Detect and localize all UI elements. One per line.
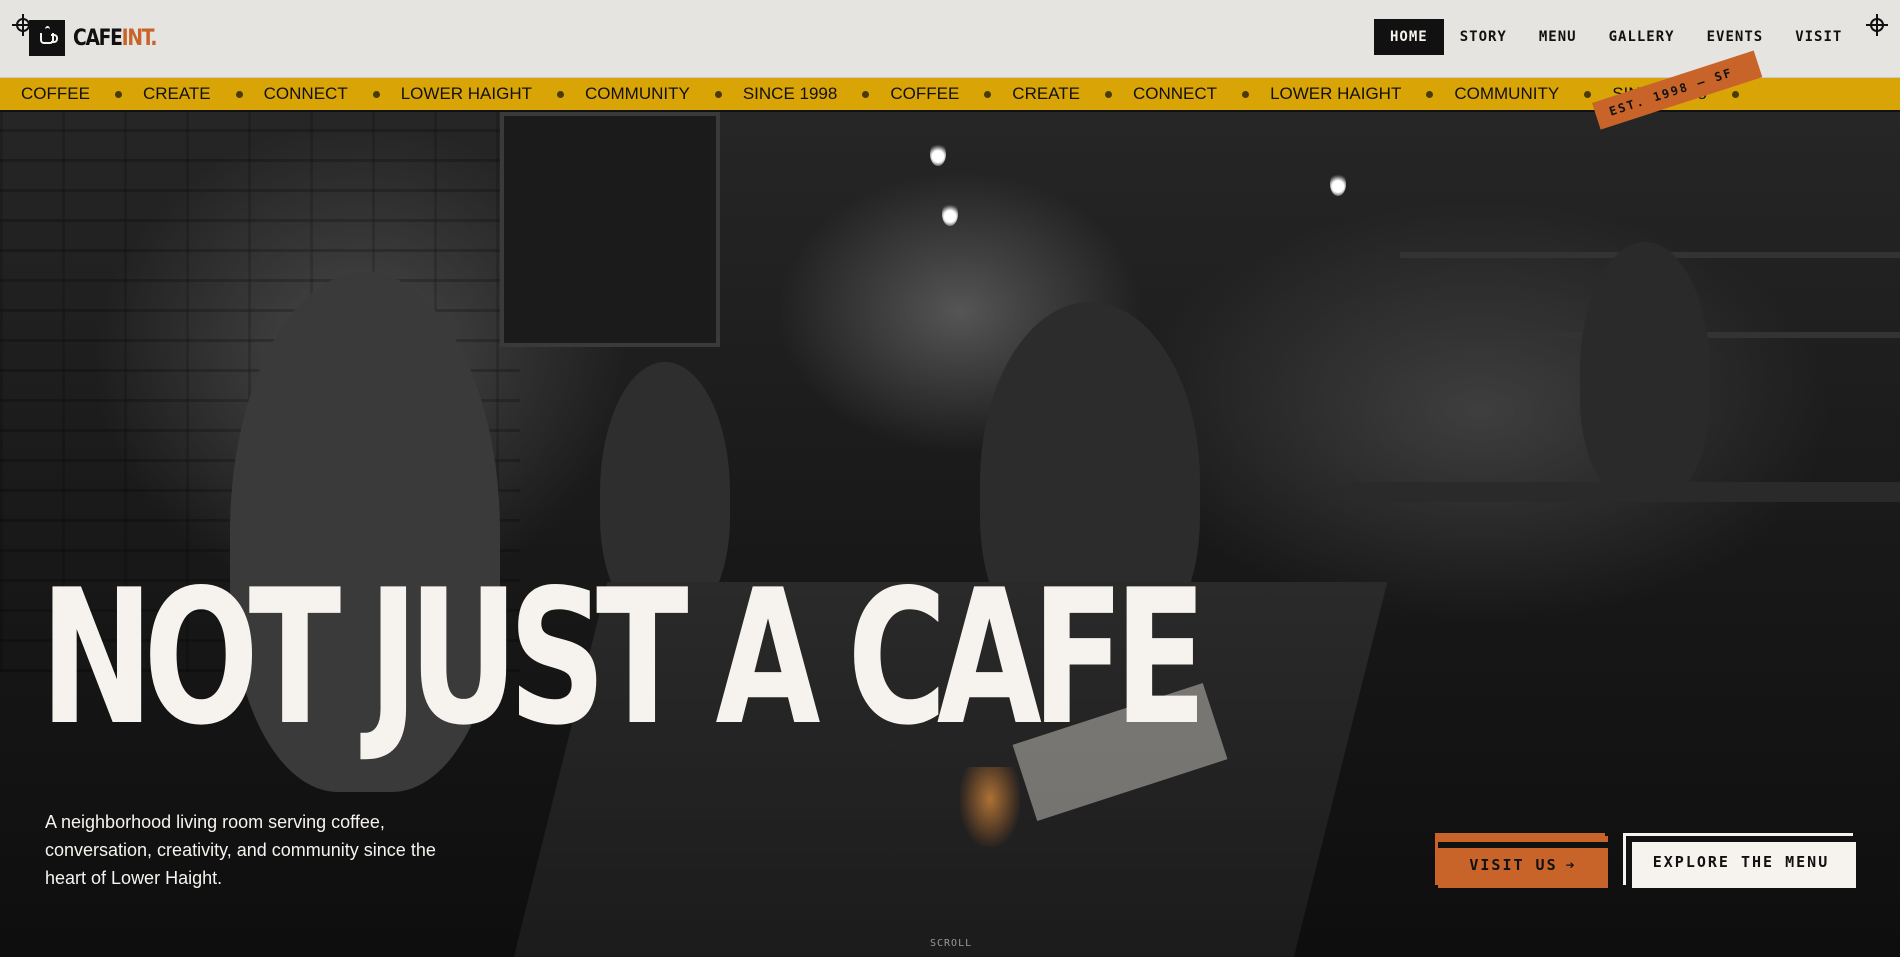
ticker-dot-icon: [1426, 90, 1434, 98]
hero-subtext: A neighborhood living room serving coffe…: [45, 812, 436, 888]
ticker-dot-icon: [714, 90, 722, 98]
ticker-dot-icon: [235, 90, 243, 98]
explore-menu-button[interactable]: EXPLORE THE MENU: [1626, 836, 1856, 888]
ticker-dot-icon: [862, 90, 870, 98]
arrow-right-icon: ➔: [1565, 856, 1577, 874]
ticker-dot-icon: [372, 90, 380, 98]
coffee-cup-icon: [29, 20, 65, 56]
ticker-word: SINCE 1998: [742, 84, 838, 103]
explore-menu-label: EXPLORE THE MENU: [1652, 853, 1830, 871]
ticker-dot-icon: [1731, 90, 1739, 98]
ticker-dot-icon: [1242, 90, 1250, 98]
ticker-dot-icon: [557, 90, 565, 98]
nav-menu: HOME STORY MENU GALLERY EVENTS VISIT: [1374, 19, 1858, 55]
ticker-word: CONNECT: [263, 84, 348, 103]
ticker-word: LOWER HAIGHT: [400, 84, 533, 103]
ticker-word: CREATE: [1012, 84, 1080, 103]
nav-home[interactable]: HOME: [1374, 19, 1444, 55]
visit-us-label: VISIT US: [1469, 856, 1558, 874]
ticker-dot-icon: [114, 90, 122, 98]
hero-photo-lamp: [1330, 172, 1346, 196]
nav-gallery[interactable]: GALLERY: [1593, 19, 1691, 55]
ticker-word: CREATE: [142, 84, 211, 103]
hero-photo-chalkboard: [500, 112, 720, 347]
visit-us-button[interactable]: VISIT US ➔: [1438, 836, 1608, 888]
ticker-dot-icon: [1584, 90, 1592, 98]
logo[interactable]: CAFEINT.: [29, 20, 171, 56]
hero-photo-person: [1580, 242, 1710, 502]
logo-text: CAFEINT.: [73, 25, 157, 51]
ticker-word: CONNECT: [1133, 84, 1218, 103]
ticker-word: COFFEE: [890, 84, 960, 103]
ticker-word: COFFEE: [21, 84, 90, 103]
scroll-indicator[interactable]: SCROLL: [930, 938, 972, 949]
nav-story[interactable]: STORY: [1444, 19, 1523, 55]
nav-visit[interactable]: VISIT: [1779, 19, 1858, 55]
top-navigation: CAFEINT. HOME STORY MENU GALLERY EVENTS …: [0, 0, 1900, 78]
hero-headline: NOT JUST A CAFE: [40, 549, 1207, 766]
ticker-word: COMMUNITY: [585, 84, 690, 103]
ticker-word: COMMUNITY: [1454, 84, 1560, 103]
hero-photo-candle: [960, 767, 1020, 847]
hero-photo-lamp: [930, 142, 946, 166]
ticker-dot-icon: [984, 90, 992, 98]
ticker-dot-icon: [1105, 90, 1112, 98]
nav-menu-link[interactable]: MENU: [1523, 19, 1593, 55]
ticker-track: COFFEE CREATE CONNECT LOWER HAIGHT COMMUNITY…: [0, 84, 1739, 104]
nav-events[interactable]: EVENTS: [1691, 19, 1780, 55]
hero-photo-lamp: [942, 202, 958, 226]
crosshair-icon: [1866, 14, 1888, 36]
ticker-word: LOWER HAIGHT: [1270, 84, 1402, 103]
